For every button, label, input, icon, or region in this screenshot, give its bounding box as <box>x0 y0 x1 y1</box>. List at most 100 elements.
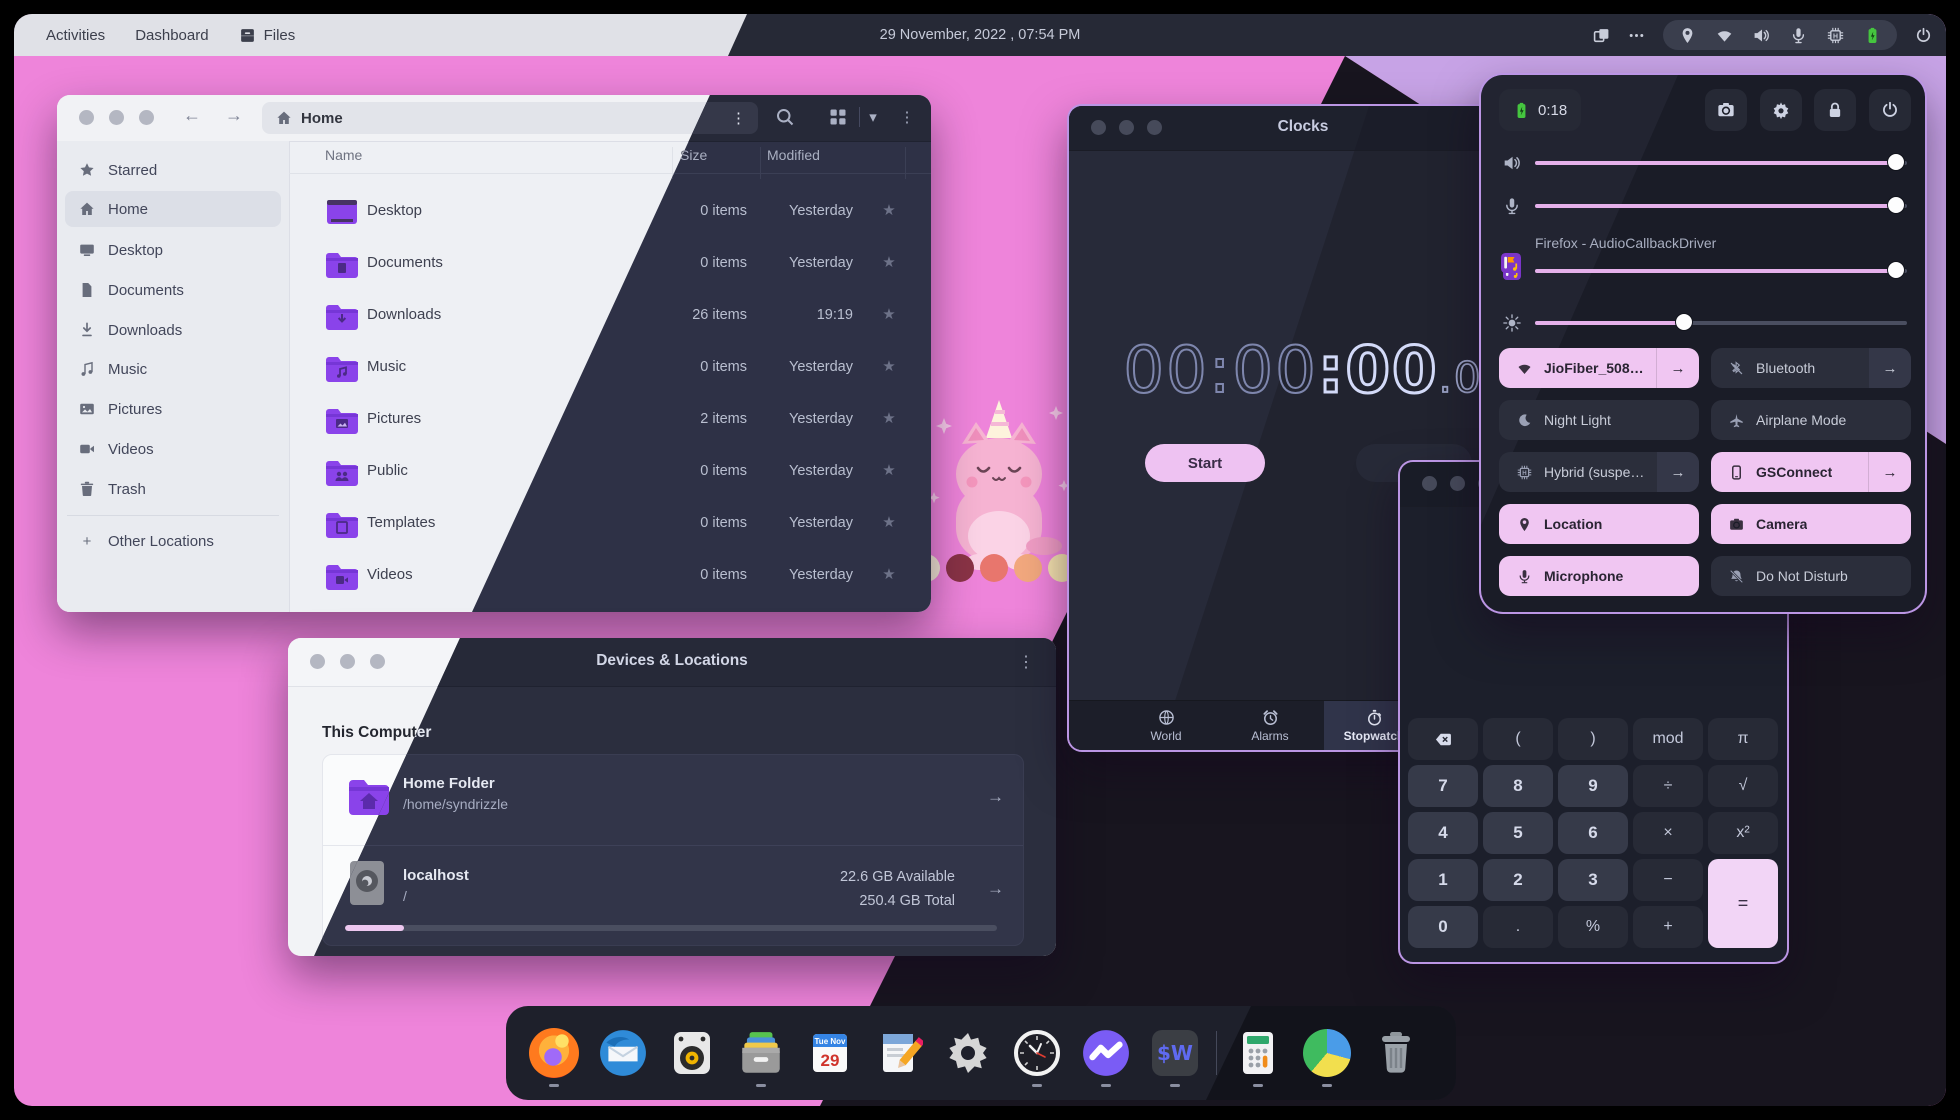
view-grid-icon[interactable] <box>828 107 848 127</box>
toggle-gsconnect[interactable]: GSConnect→ <box>1711 452 1911 492</box>
devices-menu-icon[interactable]: ⋮ <box>1018 652 1034 672</box>
power-icon[interactable] <box>1915 27 1932 44</box>
dock-item-wordle[interactable]: $W <box>1147 1016 1203 1090</box>
calc-key-π[interactable]: π <box>1708 718 1778 760</box>
expand-arrow-icon[interactable]: → <box>1656 348 1699 388</box>
gear-button[interactable] <box>1760 89 1802 131</box>
calc-key-x²[interactable]: x² <box>1708 812 1778 854</box>
clocks-headerbar[interactable]: Clocks <box>1069 106 1537 151</box>
toggle-hybrid-suspe-[interactable]: HHybrid (suspe…→ <box>1499 452 1699 492</box>
path-bar[interactable]: Home ⋮ <box>262 102 758 134</box>
calc-key-%[interactable]: % <box>1558 906 1628 948</box>
star-toggle-icon[interactable]: ★ <box>869 565 909 583</box>
calc-key-3[interactable]: 3 <box>1558 859 1628 901</box>
star-toggle-icon[interactable]: ★ <box>869 201 909 219</box>
slider-knob[interactable] <box>1675 313 1693 331</box>
system-status-pill[interactable]: H <box>1663 20 1897 50</box>
window-control[interactable] <box>79 110 94 125</box>
calc-key-9[interactable]: 9 <box>1558 765 1628 807</box>
search-icon[interactable] <box>775 107 795 127</box>
tab-alarms[interactable]: Alarms <box>1220 701 1320 750</box>
firefox-audio-slider[interactable] <box>1481 261 1925 281</box>
slider-knob[interactable] <box>1887 153 1905 171</box>
lock-button[interactable] <box>1814 89 1856 131</box>
dock-item-calendar[interactable]: Tue Nov29 <box>802 1016 858 1090</box>
toggle-camera[interactable]: Camera <box>1711 504 1911 544</box>
battery-indicator[interactable]: 0:18 <box>1499 89 1581 131</box>
calc-key-2[interactable]: 2 <box>1483 859 1553 901</box>
dock-item-messenger[interactable] <box>1078 1016 1134 1090</box>
calc-key-÷[interactable]: ÷ <box>1633 765 1703 807</box>
star-toggle-icon[interactable]: ★ <box>869 253 909 271</box>
calc-key-7[interactable]: 7 <box>1408 765 1478 807</box>
dock-item-rhythmbox[interactable] <box>664 1016 720 1090</box>
star-toggle-icon[interactable]: ★ <box>869 357 909 375</box>
toggle-night-light[interactable]: Night Light <box>1499 400 1699 440</box>
sidebar-item-videos[interactable]: Videos <box>65 431 281 467</box>
sidebar-item-other-locations[interactable]: + Other Locations <box>65 523 281 559</box>
open-arrow-icon[interactable]: → <box>987 879 1004 899</box>
toggle-airplane-mode[interactable]: Airplane Mode <box>1711 400 1911 440</box>
more-icon[interactable] <box>1628 27 1645 44</box>
toggle-jiofiber-508-[interactable]: JioFiber_508…→ <box>1499 348 1699 388</box>
open-arrow-icon[interactable]: → <box>987 787 1004 807</box>
sidebar-item-desktop[interactable]: Desktop <box>65 232 281 268</box>
brightness-slider[interactable] <box>1481 313 1925 333</box>
star-toggle-icon[interactable]: ★ <box>869 305 909 323</box>
calc-key-backspace[interactable] <box>1408 718 1478 760</box>
sidebar-item-music[interactable]: Music <box>65 351 281 387</box>
toggle-microphone[interactable]: Microphone <box>1499 556 1699 596</box>
star-toggle-icon[interactable]: ★ <box>869 409 909 427</box>
microphone-slider[interactable] <box>1481 196 1925 216</box>
activities-button[interactable]: Activities <box>46 27 105 44</box>
window-menu-icon[interactable]: ⋮ <box>897 107 917 127</box>
calc-key-5[interactable]: 5 <box>1483 812 1553 854</box>
path-menu-icon[interactable]: ⋮ <box>731 109 746 127</box>
dock-item-settings-gear[interactable] <box>940 1016 996 1090</box>
camera-button[interactable] <box>1705 89 1747 131</box>
dock-item-file-cabinet[interactable] <box>733 1016 789 1090</box>
calc-key-×[interactable]: × <box>1633 812 1703 854</box>
calc-key-√[interactable]: √ <box>1708 765 1778 807</box>
dock-item-text-editor[interactable] <box>871 1016 927 1090</box>
sidebar-item-documents[interactable]: Documents <box>65 272 281 308</box>
calc-key-mod[interactable]: mod <box>1633 718 1703 760</box>
calc-key-+[interactable]: + <box>1633 906 1703 948</box>
window-control[interactable] <box>1422 476 1437 491</box>
calc-key-−[interactable]: − <box>1633 859 1703 901</box>
volume-slider[interactable] <box>1481 153 1925 173</box>
expand-arrow-icon[interactable]: → <box>1657 452 1699 492</box>
toggle-bluetooth[interactable]: Bluetooth→ <box>1711 348 1911 388</box>
calc-key-8[interactable]: 8 <box>1483 765 1553 807</box>
calc-key-([interactable]: ( <box>1483 718 1553 760</box>
calc-key-4[interactable]: 4 <box>1408 812 1478 854</box>
back-button[interactable]: ← <box>183 105 201 126</box>
calc-key-0[interactable]: 0 <box>1408 906 1478 948</box>
sidebar-item-pictures[interactable]: Pictures <box>65 391 281 427</box>
files-app-indicator[interactable]: Files <box>239 27 296 44</box>
calc-key-.[interactable]: . <box>1483 906 1553 948</box>
status-area[interactable]: H <box>1593 14 1932 56</box>
power-button[interactable] <box>1869 89 1911 131</box>
calc-key-1[interactable]: 1 <box>1408 859 1478 901</box>
toggle-location[interactable]: Location <box>1499 504 1699 544</box>
tab-world[interactable]: World <box>1116 701 1216 750</box>
sidebar-item-home[interactable]: Home <box>65 191 281 227</box>
dock-item-trash[interactable] <box>1368 1016 1424 1090</box>
dock-item-firefox[interactable] <box>526 1016 582 1090</box>
window-control[interactable] <box>109 110 124 125</box>
sidebar-item-starred[interactable]: Starred <box>65 152 281 188</box>
workspaces-icon[interactable] <box>1593 27 1610 44</box>
slider-knob[interactable] <box>1887 196 1905 214</box>
slider-knob[interactable] <box>1887 261 1905 279</box>
toggle-do-not-disturb[interactable]: Do Not Disturb <box>1711 556 1911 596</box>
calc-key-6[interactable]: 6 <box>1558 812 1628 854</box>
calc-key-equals[interactable]: = <box>1708 859 1778 948</box>
stopwatch-start-button[interactable]: Start <box>1145 444 1265 482</box>
dashboard-button[interactable]: Dashboard <box>135 27 208 44</box>
dock-item-thunderbird[interactable] <box>595 1016 651 1090</box>
forward-button[interactable]: → <box>225 105 243 126</box>
sidebar-item-trash[interactable]: Trash <box>65 471 281 507</box>
dock-item-disk-usage[interactable] <box>1299 1016 1355 1090</box>
calc-key-)[interactable]: ) <box>1558 718 1628 760</box>
